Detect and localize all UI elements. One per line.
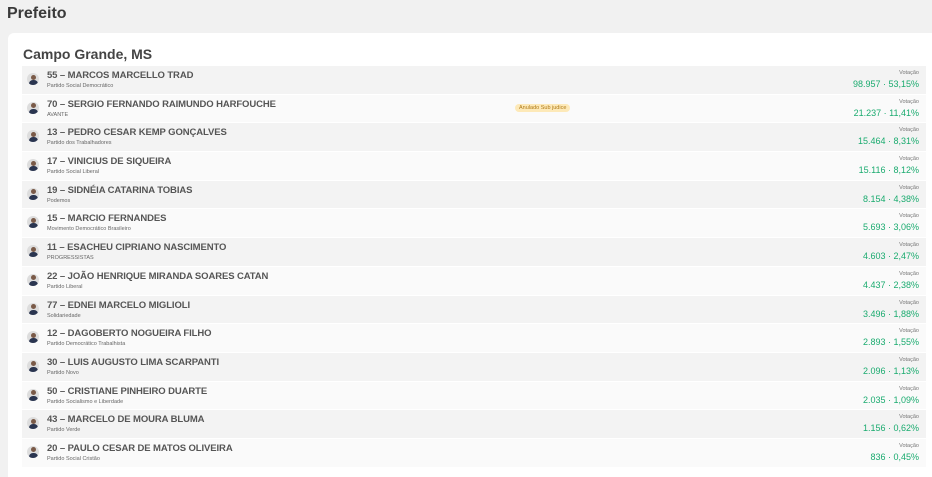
candidate-row[interactable]: 70 – SERGIO FERNANDO RAIMUNDO HARFOUCHE A… <box>22 94 926 124</box>
candidate-party: Partido Verde <box>47 427 81 434</box>
candidate-name: 19 – SIDNÉIA CATARINA TOBIAS <box>47 184 193 196</box>
candidate-row[interactable]: 22 – JOÃO HENRIQUE MIRANDA SOARES CATAN P… <box>22 266 926 296</box>
vote-value: 4.437 · 2,38% <box>862 279 919 290</box>
candidate-party: Movimento Democrático Brasileiro <box>47 226 131 233</box>
vote-label: Votação <box>899 328 919 335</box>
vote-label: Votação <box>899 184 919 191</box>
vote-label: Votação <box>899 356 919 363</box>
vote-label: Votação <box>899 98 919 105</box>
candidate-avatar <box>27 302 39 315</box>
vote-value: 836 · 0,45% <box>870 451 919 462</box>
candidate-avatar <box>27 245 39 258</box>
candidate-party: Partido Democrático Trabalhista <box>47 341 126 348</box>
candidate-avatar <box>27 388 39 401</box>
candidate-avatar <box>27 417 39 430</box>
candidate-avatar <box>27 273 39 286</box>
vote-label: Votação <box>899 270 919 277</box>
candidate-party: AVANTE <box>47 111 69 118</box>
vote-value: 15.116 · 8,12% <box>858 165 919 176</box>
candidate-row[interactable]: 50 – CRISTIANE PINHEIRO DUARTE Partido So… <box>22 381 926 411</box>
candidate-row[interactable]: 77 – EDNEI MARCELO MIGLIOLI Solidariedade… <box>22 295 926 325</box>
candidate-avatar <box>27 101 39 114</box>
vote-label: Votação <box>899 127 919 134</box>
status-badge: Anulado Sub judice <box>515 103 571 112</box>
vote-label: Votação <box>899 299 919 306</box>
results-card: Campo Grande, MS 55 – MARCOS MARCELLO TR… <box>8 33 932 477</box>
vote-label: Votação <box>899 414 919 421</box>
vote-value: 8.154 · 4,38% <box>862 193 919 204</box>
vote-value: 98.957 · 53,15% <box>852 79 919 89</box>
city-title: Campo Grande, MS <box>23 46 153 62</box>
vote-label: Votação <box>899 442 919 449</box>
vote-value: 5.693 · 3,06% <box>862 222 919 233</box>
candidate-avatar <box>27 130 39 143</box>
candidate-row[interactable]: 13 – PEDRO CESAR KEMP GONÇALVES Partido d… <box>22 123 926 153</box>
vote-value: 2.035 · 1,09% <box>862 394 919 405</box>
candidate-name: 17 – VINICIUS DE SIQUEIRA <box>47 156 172 168</box>
candidate-party: PROGRESSISTAS <box>47 255 94 262</box>
candidate-name: 50 – CRISTIANE PINHEIRO DUARTE <box>47 385 208 397</box>
candidate-party: Partido Social Liberal <box>47 169 99 176</box>
candidate-avatar <box>27 445 39 458</box>
candidate-party: Partido Novo <box>47 369 79 376</box>
vote-value: 3.496 · 1,88% <box>862 308 919 319</box>
vote-value: 2.893 · 1,55% <box>862 337 919 348</box>
candidate-avatar <box>27 159 39 172</box>
candidate-avatar <box>27 359 39 372</box>
candidate-name: 55 – MARCOS MARCELLO TRAD <box>47 70 194 81</box>
page-title: Prefeito <box>7 5 67 22</box>
candidate-row[interactable]: 11 – ESACHEU CIPRIANO NASCIMENTO PROGRESS… <box>22 238 926 267</box>
vote-label: Votação <box>899 242 919 249</box>
candidate-name: 20 – PAULO CESAR DE MATOS OLIVEIRA <box>47 442 233 454</box>
candidate-avatar <box>27 73 39 85</box>
vote-value: 1.156 · 0,62% <box>862 423 919 434</box>
candidate-avatar <box>27 216 39 229</box>
candidate-avatar <box>27 331 39 344</box>
candidate-row[interactable]: 12 – DAGOBERTO NOGUEIRA FILHO Partido Dem… <box>22 324 926 353</box>
candidate-row[interactable]: 17 – VINICIUS DE SIQUEIRA Partido Social … <box>22 152 926 181</box>
vote-label: Votação <box>899 70 919 76</box>
candidate-name: 12 – DAGOBERTO NOGUEIRA FILHO <box>47 328 212 340</box>
candidate-row[interactable]: 20 – PAULO CESAR DE MATOS OLIVEIRA Partid… <box>22 438 926 468</box>
candidate-party: Partido Social Democrático <box>47 83 114 89</box>
vote-value: 2.096 · 1,13% <box>862 365 919 376</box>
vote-value: 15.464 · 8,31% <box>857 136 919 147</box>
candidate-party: Partido Social Cristão <box>47 455 100 462</box>
candidate-name: 70 – SERGIO FERNANDO RAIMUNDO HARFOUCHE <box>47 98 276 110</box>
candidate-name: 30 – LUIS AUGUSTO LIMA SCARPANTI <box>47 356 220 368</box>
candidate-party: Partido Liberal <box>47 283 83 290</box>
vote-value: 4.603 · 2,47% <box>862 251 919 262</box>
candidate-name: 15 – MARCIO FERNANDES <box>47 213 167 225</box>
candidate-row[interactable]: 30 – LUIS AUGUSTO LIMA SCARPANTI Partido … <box>22 352 926 382</box>
candidate-name: 13 – PEDRO CESAR KEMP GONÇALVES <box>47 127 227 139</box>
candidate-party: Podemos <box>47 197 71 204</box>
candidate-row[interactable]: 55 – MARCOS MARCELLO TRAD Partido Social … <box>22 66 926 95</box>
candidate-avatar <box>27 187 39 200</box>
vote-label: Votação <box>899 213 919 220</box>
vote-value: 21.237 · 11,41% <box>853 107 919 118</box>
candidate-name: 77 – EDNEI MARCELO MIGLIOLI <box>47 299 190 311</box>
candidate-name: 22 – JOÃO HENRIQUE MIRANDA SOARES CATAN <box>47 270 269 282</box>
candidate-row[interactable]: 15 – MARCIO FERNANDES Movimento Democráti… <box>22 209 926 239</box>
candidate-row[interactable]: 19 – SIDNÉIA CATARINA TOBIAS Podemos Votaç… <box>22 180 926 210</box>
candidate-list: 55 – MARCOS MARCELLO TRAD Partido Social … <box>22 66 926 468</box>
candidate-party: Solidariedade <box>47 312 81 319</box>
candidate-party: Partido dos Trabalhadores <box>47 140 112 147</box>
candidate-party: Partido Socialismo e Liberdade <box>47 398 124 405</box>
candidate-name: 43 – MARCELO DE MOURA BLUMA <box>47 414 205 426</box>
candidate-name: 11 – ESACHEU CIPRIANO NASCIMENTO <box>47 242 227 254</box>
vote-label: Votação <box>899 156 919 163</box>
vote-label: Votação <box>899 385 919 392</box>
candidate-row[interactable]: 43 – MARCELO DE MOURA BLUMA Partido Verde… <box>22 410 926 439</box>
